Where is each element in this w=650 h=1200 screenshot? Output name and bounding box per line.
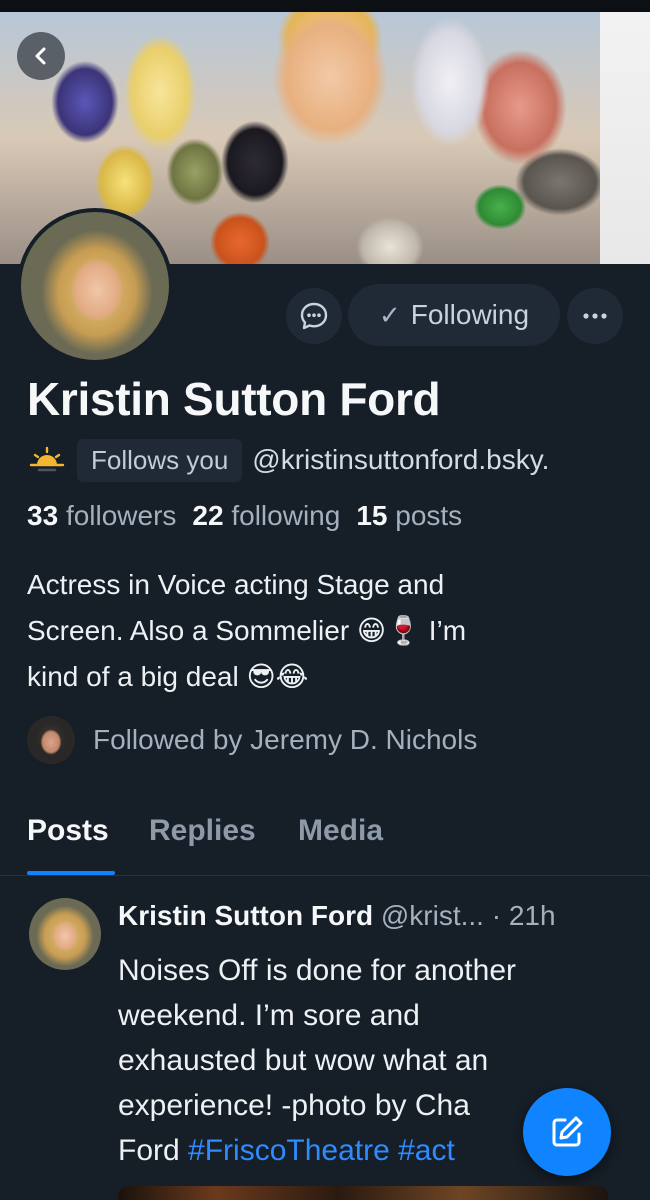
follows-you-badge: Follows you [77,438,243,482]
handle-row: Follows you @kristinsuttonford.bsky. [27,436,650,484]
back-button[interactable] [17,32,65,80]
checkmark-icon: ✓ [378,299,401,330]
profile-handle: @kristinsuttonford.bsky. [252,444,550,475]
followed-by-row[interactable]: Followed by Jeremy D. Nichols [27,714,477,766]
posts-count: 15 [356,500,388,531]
posts-stat: 15 posts [356,500,462,532]
sunrise-icon [29,446,65,472]
chevron-left-icon [35,47,46,65]
post-author-name[interactable]: Kristin Sutton Ford [118,900,373,931]
post-timestamp: · 21h [491,900,556,931]
tab-posts[interactable]: Posts [27,814,109,848]
bio-line: Screen. Also a Sommelier 😁🍷 I’m [27,615,467,646]
message-icon [300,302,328,330]
post-image[interactable] [118,1186,608,1200]
post-text-fragment: Ford [118,1134,180,1167]
profile-stats: 33 followers 22 following 15 posts [27,500,462,532]
followers-label: followers [65,500,177,531]
message-button[interactable] [286,288,342,344]
posts-label: posts [395,500,463,531]
ellipsis-icon [583,313,607,319]
post-text-line: weekend. I’m sore and [118,999,420,1032]
hashtag-link[interactable]: #act [398,1134,455,1167]
profile-tabs: Posts Replies Media [0,800,650,876]
post-author-handle: @krist... [380,900,484,931]
display-name: Kristin Sutton Ford [27,373,441,425]
following-stat[interactable]: 22 following [192,500,340,532]
more-options-button[interactable] [567,288,623,344]
hashtag-link[interactable]: #FriscoTheatre [188,1134,390,1167]
active-tab-indicator [27,871,115,875]
following-label: following [231,500,341,531]
post-text-line: Noises Off is done for another [118,954,516,987]
tab-replies[interactable]: Replies [149,814,256,848]
following-count: 22 [192,500,224,531]
followed-by-text: Followed by Jeremy D. Nichols [93,724,478,755]
post-author-avatar[interactable] [29,898,101,970]
profile-avatar[interactable] [17,208,173,364]
bio-line: kind of a big deal 😎😂 [27,661,309,692]
following-button-label: Following [410,299,530,330]
followers-count: 33 [27,500,59,531]
following-button[interactable]: ✓ Following [348,284,560,346]
followers-stat[interactable]: 33 followers [27,500,176,532]
banner-edge [600,12,650,264]
compose-icon [552,1116,583,1147]
profile-bio: Actress in Voice acting Stage and Screen… [27,562,607,700]
post-text-line: exhausted but wow what an [118,1044,489,1077]
compose-button[interactable] [523,1088,611,1176]
post-header: Kristin Sutton Ford @krist... · 21h [118,900,638,932]
bio-line: Actress in Voice acting Stage and [27,569,445,600]
follower-avatar [27,716,75,764]
tab-media[interactable]: Media [298,814,383,848]
